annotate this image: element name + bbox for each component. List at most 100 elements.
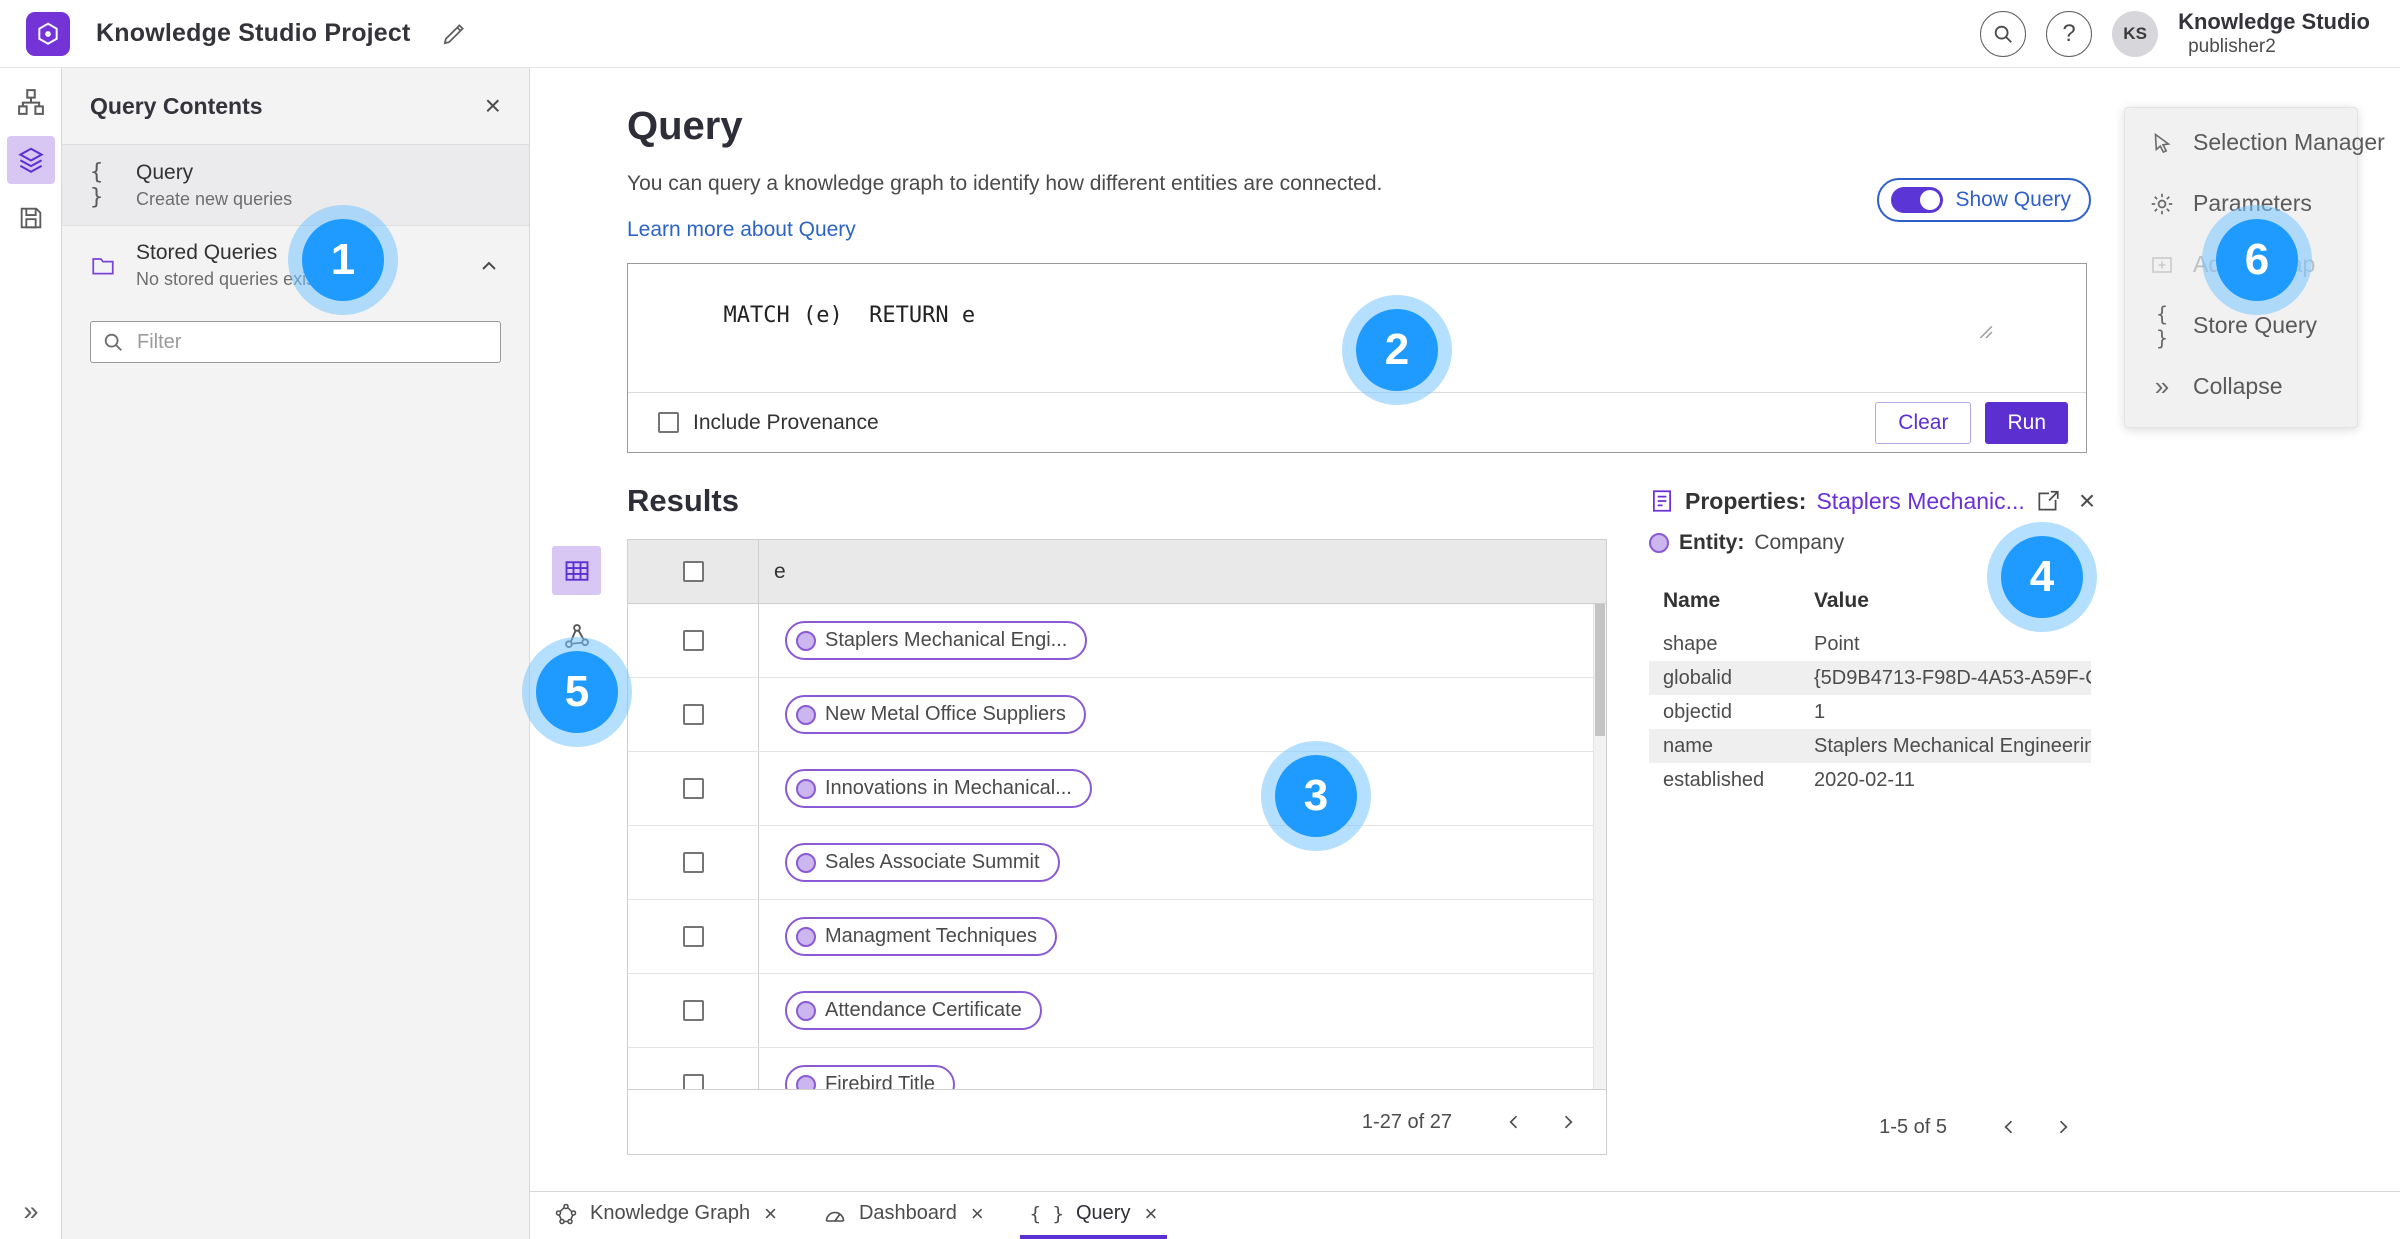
save-button[interactable]: [7, 194, 55, 242]
tab-label: Query: [1076, 1202, 1131, 1224]
link-chart-icon: [564, 623, 589, 648]
row-checkbox[interactable]: [682, 778, 704, 799]
close-panel-icon[interactable]: ×: [485, 90, 501, 122]
entity-chip[interactable]: Innovations in Mechanical...: [785, 769, 1092, 808]
project-hierarchy-button[interactable]: [7, 78, 55, 126]
table-row: Firebird Title: [628, 1048, 1606, 1089]
table-scrollbar[interactable]: [1593, 604, 1606, 1089]
close-tab-icon[interactable]: ×: [971, 1201, 984, 1227]
column-header-value: Value: [1814, 589, 1869, 612]
row-checkbox[interactable]: [682, 704, 704, 725]
next-page-button[interactable]: [1546, 1100, 1590, 1144]
learn-more-link[interactable]: Learn more about Query: [627, 218, 856, 242]
table-row: Attendance Certificate: [628, 974, 1606, 1048]
sidebar-item-query[interactable]: { } Query Create new queries: [62, 145, 529, 226]
entity-chip-label: Attendance Certificate: [825, 999, 1022, 1021]
entity-chip[interactable]: Sales Associate Summit: [785, 843, 1060, 882]
braces-icon: { }: [1029, 1202, 1064, 1225]
chevron-right-icon: [2059, 1120, 2068, 1134]
menu-item-label: Collapse: [2193, 373, 2283, 399]
app-logo[interactable]: [26, 11, 70, 56]
edit-title-icon[interactable]: [441, 21, 467, 47]
property-value: Point: [1814, 632, 1860, 655]
tab-dashboard[interactable]: Dashboard ×: [813, 1192, 994, 1239]
query-description: You can query a knowledge graph to ident…: [627, 172, 1383, 195]
query-item-title: Query: [136, 160, 194, 184]
properties-pagination-label: 1-5 of 5: [1879, 1115, 1947, 1138]
scrollbar-thumb[interactable]: [1595, 604, 1605, 736]
query-text: MATCH (e) RETURN e: [723, 303, 976, 328]
include-provenance-checkbox[interactable]: [658, 412, 679, 433]
dashboard-icon: [823, 1202, 847, 1226]
user-role: publisher2: [2188, 36, 2276, 58]
properties-entity-link[interactable]: Staplers Mechanic...: [1816, 488, 2024, 515]
property-name: globalid: [1663, 666, 1732, 689]
entity-dot-icon: [796, 704, 816, 725]
property-row: globalid {5D9B4713-F98D-4A53-A59F-C11...: [1649, 661, 2091, 695]
properties-previous-button[interactable]: [1987, 1105, 2031, 1149]
tab-knowledge-graph[interactable]: Knowledge Graph ×: [544, 1192, 787, 1239]
row-checkbox[interactable]: [682, 1074, 704, 1089]
avatar[interactable]: KS: [2112, 10, 2159, 57]
search-icon: [102, 331, 124, 353]
query-contents-panel: Query Contents × { } Query Create new qu…: [62, 68, 530, 1239]
query-contents-button[interactable]: [6, 136, 55, 184]
toggle-knob: [1920, 190, 1941, 210]
show-query-toggle[interactable]: Show Query: [1877, 178, 2091, 222]
entity-chip[interactable]: Attendance Certificate: [785, 991, 1042, 1030]
double-chevron-right-icon: »: [2154, 371, 2170, 401]
table-body: Staplers Mechanical Engi... New Metal Of…: [628, 604, 1606, 1089]
entity-dot-icon: [796, 1000, 816, 1021]
property-name: objectid: [1663, 700, 1732, 723]
table-icon: [565, 560, 588, 581]
row-checkbox[interactable]: [682, 630, 704, 651]
expand-rail-button[interactable]: »: [0, 1196, 62, 1227]
tab-label: Dashboard: [858, 1202, 957, 1224]
table-row: Innovations in Mechanical...: [628, 752, 1606, 826]
search-button[interactable]: [1980, 10, 2027, 57]
close-properties-icon[interactable]: ×: [2079, 487, 2095, 515]
entity-chip[interactable]: Firebird Title: [785, 1065, 956, 1089]
select-all-checkbox[interactable]: [682, 561, 704, 582]
results-heading: Results: [627, 483, 739, 518]
table-row: Managment Techniques: [628, 900, 1606, 974]
previous-page-button[interactable]: [1492, 1100, 1536, 1144]
filter-input[interactable]: [90, 321, 501, 363]
row-checkbox[interactable]: [682, 852, 704, 873]
row-checkbox[interactable]: [682, 926, 704, 947]
help-button[interactable]: ?: [2046, 10, 2093, 57]
table-view-button[interactable]: [552, 546, 601, 595]
query-input[interactable]: MATCH (e) RETURN e: [628, 264, 2086, 393]
row-checkbox[interactable]: [682, 1000, 704, 1021]
menu-item-selection-manager[interactable]: Selection Manager: [2125, 112, 2385, 173]
add-to-selection-icon[interactable]: [2035, 488, 2061, 514]
user-name: Knowledge Studio: [2178, 8, 2370, 34]
left-icon-rail: »: [0, 68, 62, 1239]
close-tab-icon[interactable]: ×: [764, 1201, 777, 1227]
resize-grip[interactable]: [1977, 273, 2083, 389]
menu-item-collapse[interactable]: » Collapse: [2125, 356, 2357, 417]
run-button[interactable]: Run: [1985, 401, 2068, 444]
close-tab-icon[interactable]: ×: [1144, 1201, 1157, 1227]
sidebar-item-stored-queries[interactable]: Stored Queries No stored queries exist: [62, 226, 529, 305]
entity-chip[interactable]: Managment Techniques: [785, 917, 1057, 956]
property-row: name Staplers Mechanical Engineering: [1649, 729, 2091, 763]
entity-dot-icon: [796, 778, 816, 799]
menu-item-store-query[interactable]: { } Store Query: [2125, 295, 2357, 356]
annotation-badge-6: 6: [2216, 219, 2298, 301]
entity-chip-label: Innovations in Mechanical...: [825, 777, 1072, 799]
entity-chip[interactable]: New Metal Office Suppliers: [785, 695, 1086, 734]
stored-queries-title: Stored Queries: [136, 241, 278, 264]
panel-header: Query Contents ×: [62, 68, 529, 145]
properties-next-button[interactable]: [2041, 1105, 2085, 1149]
add-to-map-icon: [2149, 253, 2175, 277]
chevron-left-icon: [2004, 1120, 2013, 1134]
layers-icon: [17, 147, 44, 173]
toggle-switch[interactable]: [1891, 187, 1944, 213]
entity-chip[interactable]: Staplers Mechanical Engi...: [785, 621, 1088, 660]
chevron-up-icon[interactable]: [477, 254, 501, 278]
column-header-e[interactable]: e: [759, 560, 786, 584]
clear-button[interactable]: Clear: [1875, 401, 1972, 444]
tab-query[interactable]: { } Query ×: [1019, 1192, 1168, 1239]
menu-item-label: Store Query: [2193, 312, 2317, 338]
